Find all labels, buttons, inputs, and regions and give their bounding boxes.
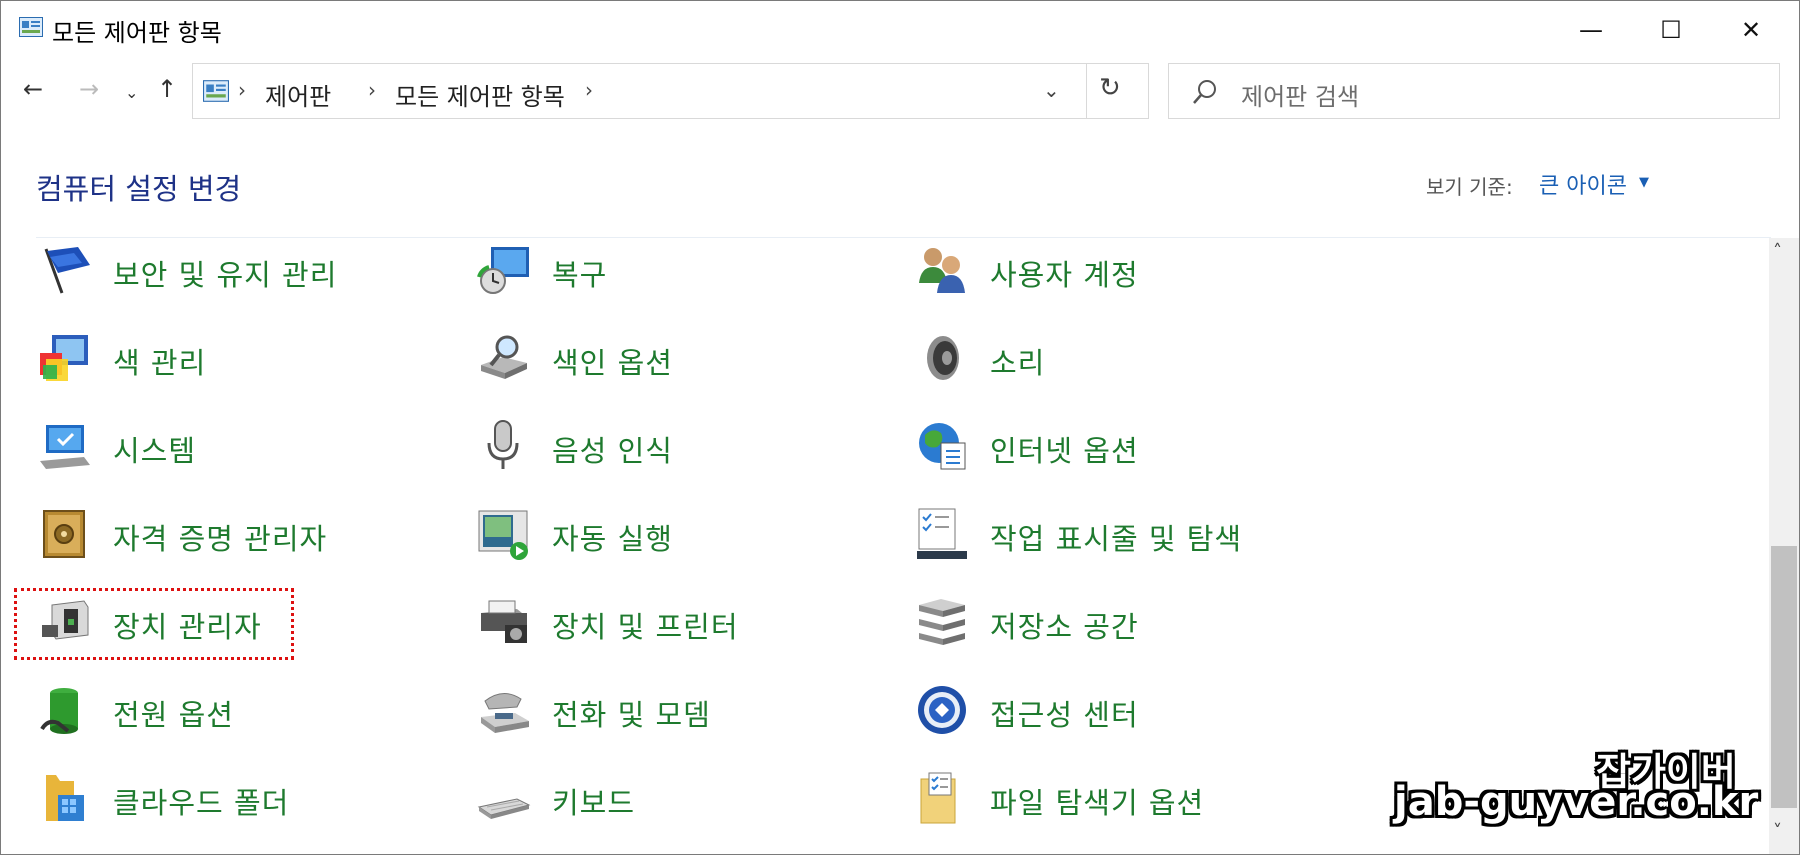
- indexing-icon: [481, 335, 527, 379]
- globe-icon: [919, 423, 966, 470]
- flag-icon: [44, 247, 90, 294]
- item-label: 장치 및 프린터: [552, 610, 739, 644]
- item-security-maintenance[interactable]: 보안 및 유지 관리: [38, 239, 358, 299]
- minimize-button[interactable]: —: [1551, 1, 1631, 59]
- item-cloud-folder[interactable]: 클라우드 폴더: [38, 767, 358, 827]
- system-icon: [40, 425, 90, 469]
- folder-options-icon: [920, 772, 956, 824]
- window-title: 모든 제어판 항목: [52, 19, 222, 47]
- item-label: 전원 옵션: [113, 698, 234, 732]
- maximize-button[interactable]: ☐: [1631, 1, 1711, 59]
- phone-icon: [481, 693, 529, 733]
- title-bar[interactable]: 모든 제어판 항목 — ☐ ✕: [1, 1, 1799, 59]
- item-label: 저장소 공간: [990, 610, 1139, 644]
- battery-icon: [40, 688, 78, 734]
- item-label: 클라우드 폴더: [113, 786, 290, 820]
- forward-button[interactable]: →: [79, 75, 99, 103]
- back-button[interactable]: ←: [23, 75, 43, 103]
- close-icon: ✕: [1740, 16, 1762, 44]
- address-dropdown-button[interactable]: ⌄: [1043, 78, 1060, 102]
- autoplay-icon: [478, 510, 528, 560]
- item-indexing-options[interactable]: 색인 옵션: [477, 327, 797, 387]
- search-icon: [1193, 80, 1216, 104]
- item-devices-printers[interactable]: 장치 및 프린터: [477, 591, 797, 651]
- recovery-icon: [477, 247, 529, 294]
- cloud-folder-icon: [46, 775, 84, 821]
- maximize-icon: ☐: [1660, 16, 1682, 44]
- view-by-dropdown[interactable]: 큰 아이콘: [1539, 168, 1627, 200]
- item-label: 파일 탐색기 옵션: [990, 786, 1205, 820]
- scroll-down-button[interactable]: ˅: [1773, 821, 1782, 842]
- item-file-explorer-options[interactable]: 파일 탐색기 옵션: [915, 767, 1255, 827]
- item-recovery[interactable]: 복구: [477, 239, 797, 299]
- item-label: 자동 실행: [552, 522, 673, 556]
- item-label: 자격 증명 관리자: [113, 522, 328, 556]
- item-sound[interactable]: 소리: [915, 327, 1255, 387]
- accessibility-icon: [918, 686, 966, 734]
- refresh-button[interactable]: ↻: [1099, 73, 1121, 103]
- control-panel-icon: [19, 17, 43, 37]
- item-label: 인터넷 옵션: [990, 434, 1139, 468]
- search-input[interactable]: 제어판 검색: [1241, 77, 1359, 112]
- item-label: 소리: [990, 346, 1046, 380]
- item-label: 복구: [552, 258, 608, 292]
- scrollbar-thumb[interactable]: [1771, 546, 1797, 808]
- taskbar-icon: [917, 508, 967, 559]
- recent-locations-button[interactable]: ⌄: [125, 83, 138, 102]
- breadcrumb-separator[interactable]: ›: [585, 78, 593, 102]
- item-credential-manager[interactable]: 자격 증명 관리자: [38, 503, 358, 563]
- header-divider: [36, 237, 1771, 238]
- item-label: 보안 및 유지 관리: [113, 258, 338, 292]
- item-speech-recognition[interactable]: 음성 인식: [477, 415, 797, 475]
- item-label: 전화 및 모뎀: [552, 698, 711, 732]
- breadcrumb-control-panel[interactable]: 제어판: [265, 77, 331, 112]
- item-label: 접근성 센터: [990, 698, 1139, 732]
- search-box[interactable]: 제어판 검색: [1168, 63, 1780, 119]
- item-label: 색인 옵션: [552, 346, 673, 380]
- control-panel-window: 모든 제어판 항목 — ☐ ✕ ← → ⌄ ↑ › 제어판 › 모든 제어판 항…: [0, 0, 1800, 855]
- item-keyboard[interactable]: 키보드: [477, 767, 797, 827]
- vault-icon: [43, 510, 85, 558]
- item-taskbar-navigation[interactable]: 작업 표시줄 및 탐색: [915, 503, 1255, 563]
- item-phone-modem[interactable]: 전화 및 모뎀: [477, 679, 797, 739]
- item-label: 색 관리: [113, 346, 207, 380]
- item-label: 시스템: [113, 434, 197, 468]
- item-label: 작업 표시줄 및 탐색: [990, 522, 1243, 556]
- users-icon: [919, 248, 965, 293]
- item-label: 사용자 계정: [990, 258, 1139, 292]
- breadcrumb-all-items[interactable]: 모든 제어판 항목: [395, 77, 565, 112]
- microphone-icon: [487, 420, 519, 469]
- item-user-accounts[interactable]: 사용자 계정: [915, 239, 1255, 299]
- item-internet-options[interactable]: 인터넷 옵션: [915, 415, 1255, 475]
- breadcrumb-separator[interactable]: ›: [368, 78, 376, 102]
- item-storage-spaces[interactable]: 저장소 공간: [915, 591, 1255, 651]
- page-title: 컴퓨터 설정 변경: [36, 172, 242, 206]
- item-power-options[interactable]: 전원 옵션: [38, 679, 358, 739]
- color-management-icon: [40, 335, 88, 381]
- chevron-down-icon[interactable]: ▼: [1639, 175, 1649, 190]
- storage-icon: [919, 599, 965, 645]
- minimize-icon: —: [1579, 16, 1603, 44]
- item-ease-of-access[interactable]: 접근성 센터: [915, 679, 1255, 739]
- printer-icon: [481, 600, 527, 643]
- up-button[interactable]: ↑: [157, 75, 177, 103]
- breadcrumb-separator[interactable]: ›: [238, 78, 246, 102]
- address-divider: [1086, 64, 1087, 118]
- close-button[interactable]: ✕: [1711, 1, 1791, 59]
- address-bar[interactable]: › 제어판 › 모든 제어판 항목 › ⌄: [192, 63, 1149, 119]
- item-system[interactable]: 시스템: [38, 415, 358, 475]
- item-autoplay[interactable]: 자동 실행: [477, 503, 797, 563]
- item-label: 키보드: [552, 786, 636, 820]
- scroll-up-button[interactable]: ˄: [1773, 241, 1782, 262]
- view-by-label: 보기 기준:: [1426, 175, 1513, 199]
- watermark-url: jab-guyver.co.kr: [1394, 779, 1759, 825]
- item-label: 음성 인식: [552, 434, 673, 468]
- keyboard-icon: [477, 798, 531, 819]
- item-color-management[interactable]: 색 관리: [38, 327, 358, 387]
- highlight-box: [14, 588, 294, 660]
- control-panel-icon: [203, 80, 229, 102]
- speaker-icon: [927, 336, 959, 380]
